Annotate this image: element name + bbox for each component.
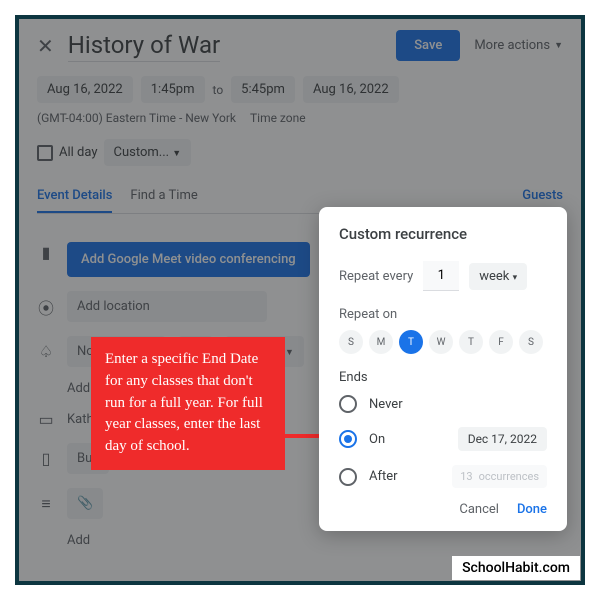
tab-event-details[interactable]: Event Details — [37, 188, 112, 213]
day-thu[interactable]: T — [459, 330, 483, 354]
ends-never-radio[interactable] — [339, 395, 357, 413]
calendar-icon: ▭ — [37, 410, 55, 429]
ends-after-radio[interactable] — [339, 468, 357, 486]
modal-title: Custom recurrence — [339, 225, 547, 243]
end-time[interactable]: 5:45pm — [231, 76, 295, 103]
more-actions-menu[interactable]: More actions▼ — [474, 38, 563, 53]
to-label: to — [213, 83, 224, 97]
ends-label: Ends — [339, 370, 547, 385]
repeat-count-input[interactable] — [423, 261, 459, 291]
location-input[interactable]: Add location — [67, 291, 267, 322]
timezone-link[interactable]: Time zone — [250, 111, 306, 125]
repeat-on-label: Repeat on — [339, 307, 547, 322]
cancel-button[interactable]: Cancel — [459, 502, 499, 517]
start-time[interactable]: 1:45pm — [141, 76, 205, 103]
end-date[interactable]: Aug 16, 2022 — [303, 76, 399, 103]
description-icon: ≡ — [37, 494, 55, 514]
event-title-input[interactable]: History of War — [68, 29, 220, 62]
day-tue[interactable]: T — [399, 330, 423, 354]
done-button[interactable]: Done — [517, 502, 547, 517]
ends-on-radio[interactable] — [339, 430, 357, 448]
close-icon[interactable]: ✕ — [37, 34, 54, 58]
day-sun[interactable]: S — [339, 330, 363, 354]
chevron-down-icon: ▼ — [172, 149, 181, 159]
save-button[interactable]: Save — [396, 30, 460, 61]
allday-label: All day — [59, 145, 98, 160]
timezone-display: (GMT-04:00) Eastern Time - New York — [37, 111, 236, 125]
custom-recurrence-modal: Custom recurrence Repeat every week ▾ Re… — [319, 207, 567, 531]
watermark: SchoolHabit.com — [452, 556, 580, 580]
attach-button[interactable]: 📎 — [67, 488, 103, 519]
day-fri[interactable]: F — [489, 330, 513, 354]
ends-on-date[interactable]: Dec 17, 2022 — [458, 427, 547, 451]
start-date[interactable]: Aug 16, 2022 — [37, 76, 133, 103]
chevron-down-icon: ▼ — [554, 40, 563, 51]
recurrence-select[interactable]: Custom... ▼ — [104, 139, 192, 166]
repeat-unit-select[interactable]: week ▾ — [469, 263, 527, 290]
day-mon[interactable]: M — [369, 330, 393, 354]
allday-checkbox[interactable] — [37, 145, 53, 161]
day-wed[interactable]: W — [429, 330, 453, 354]
day-picker: S M T W T F S — [339, 330, 547, 354]
briefcase-icon: ▯ — [37, 449, 55, 468]
video-icon: ▮ — [37, 243, 55, 262]
day-sat[interactable]: S — [519, 330, 543, 354]
occurrences-input[interactable]: 13occurrences — [452, 465, 547, 488]
tab-find-time[interactable]: Find a Time — [130, 188, 197, 213]
add-meet-button[interactable]: Add Google Meet video conferencing — [67, 242, 310, 277]
ends-after-label: After — [369, 469, 398, 484]
repeat-every-label: Repeat every — [339, 269, 413, 284]
description-placeholder[interactable]: Add — [67, 533, 90, 548]
ends-never-label: Never — [369, 397, 403, 412]
ends-on-label: On — [369, 432, 385, 447]
location-icon: ⦿ — [37, 295, 55, 319]
bell-icon: ♤ — [37, 342, 55, 361]
instruction-callout: Enter a specific End Date for any classe… — [91, 337, 285, 470]
